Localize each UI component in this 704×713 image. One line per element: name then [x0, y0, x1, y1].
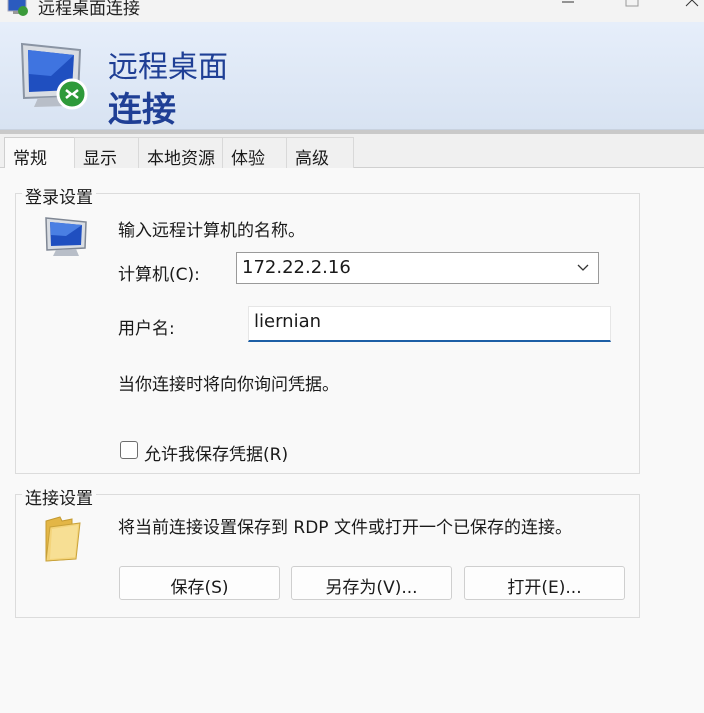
tab-experience[interactable]: 体验 — [222, 137, 288, 169]
header-title-line2: 连接 — [108, 90, 176, 130]
save-as-button[interactable]: 另存为(V)... — [291, 566, 452, 600]
maximize-icon[interactable] — [612, 0, 652, 12]
remote-desktop-icon — [20, 42, 88, 110]
remote-desktop-icon — [7, 0, 28, 16]
username-field[interactable]: liernian — [248, 306, 611, 342]
header-banner: 远程桌面 连接 — [0, 22, 704, 130]
save-credentials-checkbox[interactable] — [120, 441, 138, 459]
connection-description: 将当前连接设置保存到 RDP 文件或打开一个已保存的连接。 — [118, 518, 572, 538]
login-prompt: 输入远程计算机的名称。 — [118, 221, 305, 241]
tab-local-resources[interactable]: 本地资源 — [138, 137, 224, 169]
tab-strip: 常规 显示 本地资源 体验 高级 — [0, 134, 704, 169]
folder-icon — [45, 516, 81, 562]
login-settings-title: 登录设置 — [22, 183, 96, 208]
open-button[interactable]: 打开(E)... — [464, 566, 625, 600]
computer-label: 计算机(C): — [118, 265, 200, 285]
connection-settings-title: 连接设置 — [22, 484, 96, 509]
general-tab-panel: 登录设置 输入远程计算机的名称。 计算机(C): 172.22.2.16 用户名… — [0, 168, 704, 713]
tab-advanced[interactable]: 高级 — [286, 137, 354, 169]
window-title: 远程桌面连接 — [38, 0, 140, 19]
minimize-icon[interactable] — [548, 0, 588, 12]
computer-combobox[interactable]: 172.22.2.16 — [236, 252, 599, 284]
header-title-line1: 远程桌面 — [108, 50, 228, 85]
computer-icon — [45, 217, 87, 256]
login-settings-group: 登录设置 输入远程计算机的名称。 计算机(C): 172.22.2.16 用户名… — [15, 183, 640, 474]
save-credentials-label[interactable]: 允许我保存凭据(R) — [144, 440, 288, 465]
tab-general[interactable]: 常规 — [4, 137, 76, 169]
save-button[interactable]: 保存(S) — [119, 566, 280, 600]
title-bar: 远程桌面连接 — [0, 0, 704, 22]
credentials-note: 当你连接时将向你询问凭据。 — [118, 375, 339, 395]
username-value: liernian — [254, 311, 322, 332]
chevron-down-icon — [577, 264, 589, 271]
close-icon[interactable] — [672, 0, 704, 12]
username-label: 用户名: — [118, 319, 175, 339]
tab-display[interactable]: 显示 — [74, 137, 140, 169]
computer-value: 172.22.2.16 — [242, 257, 351, 278]
connection-settings-group: 连接设置 将当前连接设置保存到 RDP 文件或打开一个已保存的连接。 保存(S)… — [15, 484, 640, 618]
